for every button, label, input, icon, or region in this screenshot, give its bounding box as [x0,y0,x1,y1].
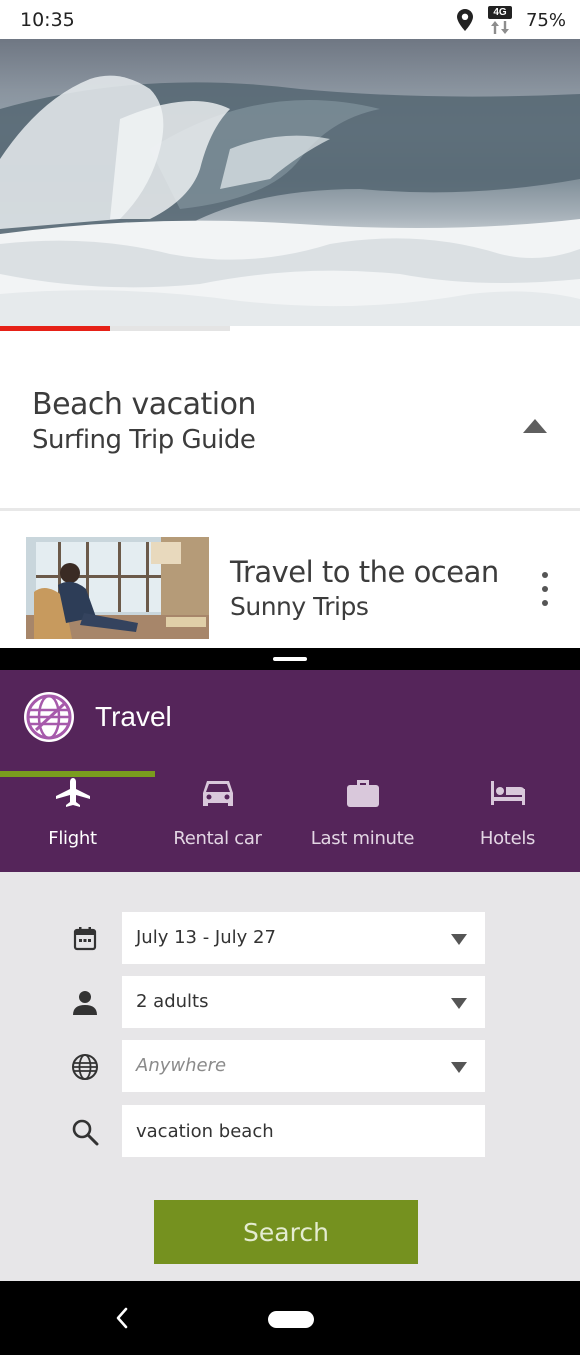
video-thumbnail[interactable] [26,537,209,639]
video-channel: Surfing Trip Guide [32,425,256,455]
suitcase-icon [346,780,379,807]
video-player[interactable] [0,39,580,326]
video-title: Beach vacation [32,387,256,422]
status-bar: 10:35 4G 75% [0,0,580,39]
video-frame-ocean-wave [0,75,580,326]
tab-label: Flight [48,828,97,849]
active-tab-indicator [0,771,155,777]
system-nav-bar [0,1281,580,1355]
chevron-down-icon [451,998,467,1009]
dates-value: July 13 - July 27 [136,927,276,948]
status-icons: 4G 75% [456,6,566,34]
destination-select[interactable]: Anywhere [122,1040,485,1092]
thumbnail-image [26,537,209,639]
location-icon [456,9,473,31]
travel-app-header: Travel Flight Rental car Last minute Hot… [0,670,580,872]
home-icon[interactable] [268,1311,314,1328]
split-screen-handle[interactable] [273,657,307,661]
tab-last-minute[interactable]: Last minute [290,765,435,872]
dates-select[interactable]: July 13 - July 27 [122,912,485,964]
split-screen-divider[interactable] [0,648,580,670]
list-item[interactable]: Travel to the ocean Sunny Trips [0,514,580,648]
destination-placeholder: Anywhere [136,1055,227,1076]
person-icon [73,991,97,1015]
keywords-row [0,1105,580,1157]
back-icon[interactable] [112,1306,132,1330]
search-icon [72,1119,99,1146]
list-item-channel: Sunny Trips [230,592,369,621]
video-info-panel: Beach vacation Surfing Trip Guide [0,331,580,511]
travelers-row: 2 adults [0,976,580,1028]
tab-label: Last minute [310,828,415,849]
car-icon [202,781,233,806]
airplane-icon [55,778,90,807]
bed-icon [490,781,525,805]
destination-row: Anywhere [0,1040,580,1092]
search-button[interactable]: Search [154,1200,418,1264]
app-title: Travel [95,701,172,732]
globe-icon [72,1054,98,1080]
more-vert-icon[interactable] [532,572,558,606]
network-type-label: 4G [487,6,512,19]
chevron-down-icon [451,934,467,945]
travelers-value: 2 adults [136,991,209,1012]
tab-rental-car[interactable]: Rental car [145,765,290,872]
dates-row: July 13 - July 27 [0,912,580,964]
collapse-up-icon[interactable] [520,415,550,435]
tab-label: Hotels [479,828,536,849]
tab-flight[interactable]: Flight [0,765,145,872]
status-time: 10:35 [20,9,75,31]
search-input[interactable] [122,1105,485,1157]
travel-search-form: July 13 - July 27 2 adults Anywhere vaca… [0,872,580,1281]
globe-logo-icon [24,692,74,742]
keywords-field [122,1105,485,1157]
travelers-select[interactable]: 2 adults [122,976,485,1028]
chevron-down-icon [451,1062,467,1073]
tab-label: Rental car [173,828,262,849]
tab-hotels[interactable]: Hotels [435,765,580,872]
travel-tabs: Flight Rental car Last minute Hotels [0,765,580,872]
battery-level: 75% [525,9,566,31]
calendar-icon [73,927,97,951]
network-4g-icon: 4G [487,6,512,34]
list-item-title: Travel to the ocean [230,555,499,589]
